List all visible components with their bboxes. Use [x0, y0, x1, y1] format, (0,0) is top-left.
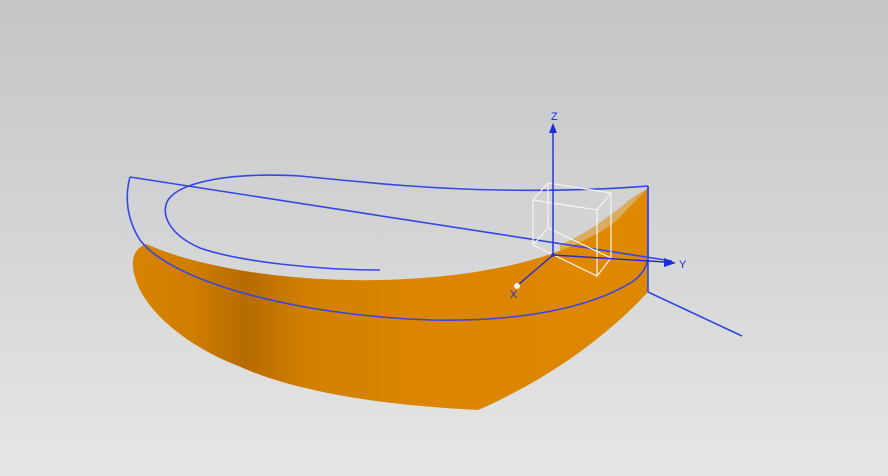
x-axis-label: X — [510, 289, 518, 301]
z-axis-label: Z — [551, 111, 558, 123]
triad-origin[interactable] — [551, 253, 555, 257]
graphics-viewport[interactable]: Z Y X — [0, 0, 888, 476]
guide-line-exit[interactable] — [647, 291, 743, 337]
y-axis-arrow[interactable] — [664, 258, 676, 267]
y-axis-label: Y — [679, 259, 687, 271]
z-axis-arrow[interactable] — [549, 123, 557, 133]
model-scene[interactable]: Z Y X — [0, 0, 888, 476]
swept-surface[interactable] — [132, 188, 648, 410]
